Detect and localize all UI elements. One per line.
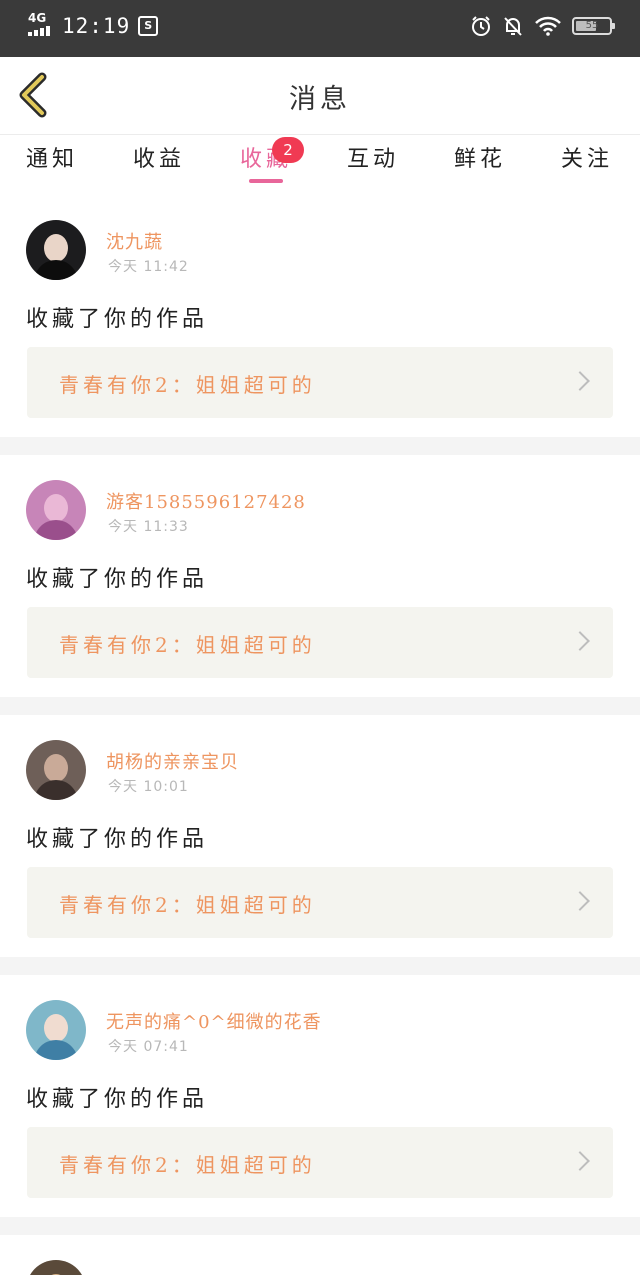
status-left: 4G 12:19 S bbox=[26, 12, 159, 40]
divider bbox=[0, 957, 640, 975]
list-item: 沈九蔬 今天 11:42 收藏了你的作品 青春有你2：姐姐超可的 bbox=[0, 195, 640, 437]
chevron-right-icon bbox=[570, 891, 590, 911]
avatar[interactable] bbox=[26, 480, 86, 540]
work-title: 青春有你2：姐姐超可的 bbox=[59, 893, 316, 917]
s-app-icon: S bbox=[138, 16, 159, 36]
avatar[interactable] bbox=[26, 1260, 86, 1275]
work-link-card[interactable]: 青春有你2：姐姐超可的 bbox=[27, 1127, 613, 1198]
work-title: 青春有你2：姐姐超可的 bbox=[59, 633, 316, 657]
status-bar: 4G 12:19 S 55 bbox=[0, 0, 640, 57]
tab-label: 关注 bbox=[560, 147, 613, 172]
message-time: 今天 10:01 bbox=[108, 779, 189, 795]
message-text: 收藏了你的作品 bbox=[26, 567, 209, 592]
header: 消息 bbox=[0, 57, 640, 135]
avatar[interactable] bbox=[26, 740, 86, 800]
user-name[interactable]: 沈九蔬 bbox=[106, 228, 163, 254]
active-tab-indicator bbox=[249, 179, 283, 183]
tab-label: 鲜花 bbox=[453, 147, 506, 172]
status-time: 12:19 bbox=[62, 14, 131, 38]
user-name[interactable]: 游客1585596127428 bbox=[106, 488, 306, 514]
user-name[interactable]: 无声的痛^0^细微的花香 bbox=[106, 1008, 322, 1034]
message-time: 今天 07:41 bbox=[108, 1039, 189, 1055]
chevron-right-icon bbox=[570, 1151, 590, 1171]
message-text: 收藏了你的作品 bbox=[26, 827, 209, 852]
message-text: 收藏了你的作品 bbox=[26, 1087, 209, 1112]
tab-label: 收益 bbox=[132, 147, 185, 172]
list-item: 无声的痛^0^细微的花香 今天 07:41 收藏了你的作品 青春有你2：姐姐超可… bbox=[0, 975, 640, 1217]
signal-icon bbox=[28, 26, 50, 36]
divider bbox=[0, 437, 640, 455]
tab-follows[interactable]: 关注 bbox=[547, 145, 627, 189]
wifi-icon bbox=[535, 16, 561, 36]
avatar[interactable] bbox=[26, 1000, 86, 1060]
tab-earnings[interactable]: 收益 bbox=[119, 145, 199, 189]
work-link-card[interactable]: 青春有你2：姐姐超可的 bbox=[27, 607, 613, 678]
list-item bbox=[0, 1235, 640, 1275]
tab-bar: 通知 收益 收藏 2 互动 鲜花 关注 bbox=[0, 135, 640, 195]
work-link-card[interactable]: 青春有你2：姐姐超可的 bbox=[27, 347, 613, 418]
alarm-icon bbox=[472, 16, 490, 36]
divider bbox=[0, 1217, 640, 1235]
tab-label: 互动 bbox=[346, 147, 399, 172]
divider bbox=[0, 697, 640, 715]
avatar[interactable] bbox=[26, 220, 86, 280]
chevron-right-icon bbox=[570, 631, 590, 651]
network-type: 4G bbox=[28, 11, 47, 25]
message-list: 沈九蔬 今天 11:42 收藏了你的作品 青春有你2：姐姐超可的 游客15855… bbox=[0, 195, 640, 1275]
message-time: 今天 11:33 bbox=[108, 519, 189, 535]
tab-flowers[interactable]: 鲜花 bbox=[440, 145, 520, 189]
user-name[interactable]: 胡杨的亲亲宝贝 bbox=[106, 748, 239, 774]
tab-favorites[interactable]: 收藏 2 bbox=[226, 137, 306, 189]
tab-interactions[interactable]: 互动 bbox=[333, 145, 413, 189]
message-text: 收藏了你的作品 bbox=[26, 307, 209, 332]
message-time: 今天 11:42 bbox=[108, 259, 189, 275]
tab-label: 通知 bbox=[25, 147, 78, 172]
work-title: 青春有你2：姐姐超可的 bbox=[59, 373, 316, 397]
list-item: 游客1585596127428 今天 11:33 收藏了你的作品 青春有你2：姐… bbox=[0, 455, 640, 697]
list-item: 胡杨的亲亲宝贝 今天 10:01 收藏了你的作品 青春有你2：姐姐超可的 bbox=[0, 715, 640, 957]
status-right: 55 bbox=[470, 15, 615, 37]
work-link-card[interactable]: 青春有你2：姐姐超可的 bbox=[27, 867, 613, 938]
chevron-right-icon bbox=[570, 371, 590, 391]
unread-badge: 2 bbox=[272, 137, 304, 163]
tab-notifications[interactable]: 通知 bbox=[12, 145, 92, 189]
notifications-off-icon bbox=[504, 17, 522, 36]
battery-icon: 55 bbox=[572, 17, 615, 35]
work-title: 青春有你2：姐姐超可的 bbox=[59, 1153, 316, 1177]
network-indicator: 4G bbox=[26, 12, 56, 40]
page-title: 消息 bbox=[289, 84, 351, 115]
battery-level: 55 bbox=[585, 20, 599, 31]
